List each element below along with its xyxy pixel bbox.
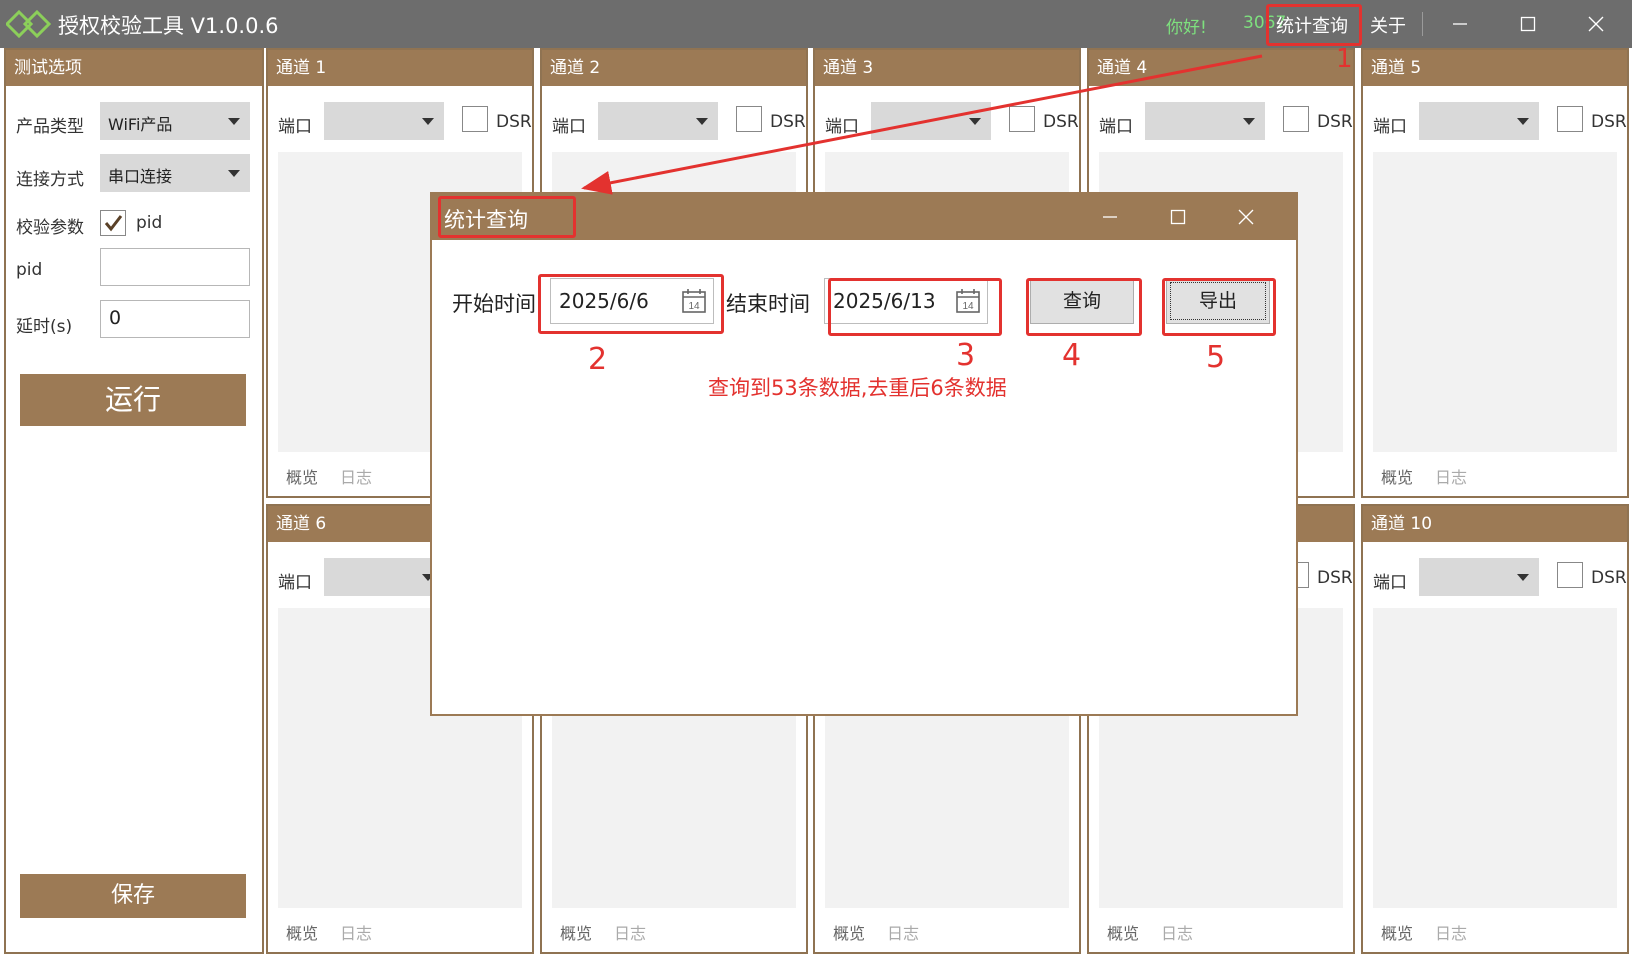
arrow-line: [581, 54, 1263, 195]
annotation-arrow: [581, 54, 1263, 195]
